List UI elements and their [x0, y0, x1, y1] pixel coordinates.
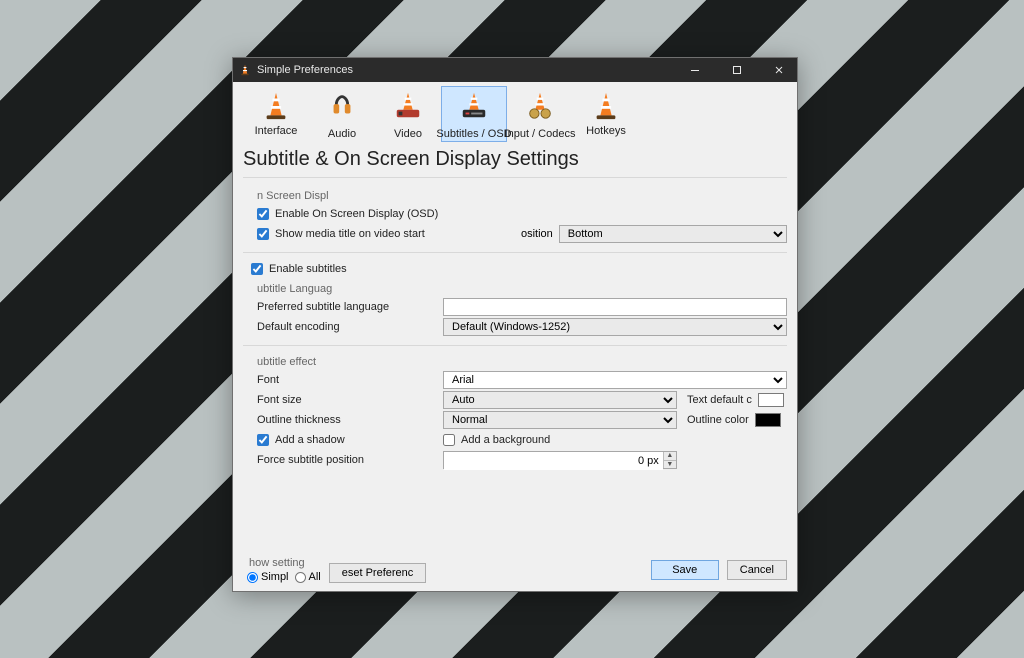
preferred-language-label: Preferred subtitle language — [257, 301, 443, 313]
category-tabbar: Interface Audio Video Subtitles / OSD In… — [243, 86, 787, 142]
subtitle-effect-section: ubtitle effect — [257, 356, 787, 368]
fontsize-label: Font size — [257, 394, 443, 406]
enable-osd-checkbox[interactable]: Enable On Screen Display (OSD) — [257, 208, 438, 220]
cone-icon — [591, 91, 621, 121]
add-shadow-checkbox[interactable]: Add a shadow — [257, 434, 345, 446]
font-select[interactable]: Arial — [443, 371, 787, 389]
minimize-button[interactable] — [677, 58, 713, 82]
add-background-checkbox[interactable]: Add a background — [443, 434, 550, 446]
tab-video[interactable]: Video — [375, 86, 441, 142]
outline-thickness-select[interactable]: Normal — [443, 411, 677, 429]
tab-audio[interactable]: Audio — [309, 86, 375, 142]
fontsize-select[interactable]: Auto — [443, 391, 677, 409]
close-button[interactable] — [761, 58, 797, 82]
save-button[interactable]: Save — [651, 560, 719, 580]
text-default-color-label: Text default c — [687, 394, 752, 406]
position-label: osition — [521, 228, 553, 240]
tab-interface[interactable]: Interface — [243, 86, 309, 142]
encoding-select[interactable]: Default (Windows-1252) — [443, 318, 787, 336]
outline-thickness-label: Outline thickness — [257, 414, 443, 426]
spinner-up[interactable]: ▲ — [664, 452, 676, 461]
show-simple-radio[interactable]: Simpl — [247, 571, 289, 583]
app-icon — [239, 64, 251, 76]
tab-input-codecs[interactable]: Input / Codecs — [507, 86, 573, 142]
codecs-icon — [525, 91, 555, 124]
position-select[interactable]: Bottom — [559, 225, 787, 243]
font-label: Font — [257, 374, 443, 386]
show-all-radio[interactable]: All — [295, 571, 321, 583]
subtitles-icon — [459, 91, 489, 124]
force-position-spinner[interactable]: ▲ ▼ — [443, 451, 677, 469]
show-title-checkbox[interactable]: Show media title on video start — [257, 228, 507, 240]
text-color-swatch[interactable] — [758, 393, 784, 407]
outline-color-swatch[interactable] — [755, 413, 781, 427]
cone-icon — [261, 91, 291, 121]
subtitle-language-section: ubtitle Languag — [257, 283, 787, 295]
titlebar[interactable]: Simple Preferences — [233, 58, 797, 82]
video-icon — [393, 91, 423, 124]
maximize-button[interactable] — [719, 58, 755, 82]
spinner-down[interactable]: ▼ — [664, 461, 676, 469]
enable-subtitles-checkbox[interactable]: Enable subtitles — [251, 263, 347, 275]
window-title: Simple Preferences — [257, 64, 671, 76]
tab-hotkeys[interactable]: Hotkeys — [573, 86, 639, 142]
preferences-window: Simple Preferences Interface Audio Video… — [232, 57, 798, 592]
outline-color-label: Outline color — [687, 414, 749, 426]
tab-subtitles[interactable]: Subtitles / OSD — [441, 86, 507, 142]
force-position-label: Force subtitle position — [257, 454, 443, 466]
audio-icon — [327, 91, 357, 124]
cancel-button[interactable]: Cancel — [727, 560, 787, 580]
osd-section-label: n Screen Displ — [257, 190, 787, 202]
reset-preferences-button[interactable]: eset Preferenc — [329, 563, 427, 583]
page-title: Subtitle & On Screen Display Settings — [243, 144, 787, 178]
encoding-label: Default encoding — [257, 321, 443, 333]
preferred-language-input[interactable] — [443, 298, 787, 316]
show-settings-label: how setting — [249, 557, 321, 569]
footer: how setting Simpl All eset Preferenc Sav… — [243, 551, 787, 591]
